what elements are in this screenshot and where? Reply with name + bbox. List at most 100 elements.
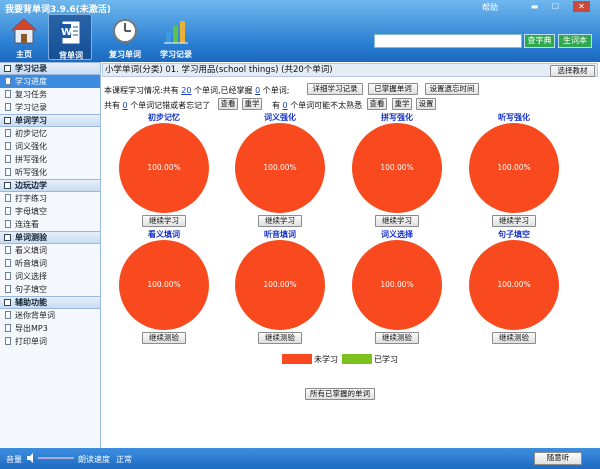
- collapse-icon[interactable]: [4, 234, 11, 241]
- title-bar: 我要背单词3.9.6(未激活) 帮助 ▬ ☐ ✕ 主页 W 背单词 复习单词 学…: [0, 0, 600, 62]
- choose-textbook-button[interactable]: 选择教材: [550, 65, 595, 77]
- pie-title: 词义选择: [381, 230, 413, 239]
- close-button[interactable]: ✕: [573, 1, 590, 12]
- sidebar-section-title: 单词学习: [15, 116, 47, 125]
- nav-review-label: 复习单词: [109, 50, 141, 59]
- nav-memorize-label: 背单词: [59, 51, 83, 60]
- sidebar-item[interactable]: 打印单词: [0, 335, 100, 348]
- document-icon: [5, 168, 11, 176]
- sidebar-item-label: 词义选择: [15, 272, 47, 281]
- sidebar-item[interactable]: 导出MP3: [0, 322, 100, 335]
- search-input[interactable]: [374, 34, 522, 48]
- view-forgot-button[interactable]: 查看: [218, 98, 238, 110]
- sidebar-item-label: 词义强化: [15, 142, 47, 151]
- volume-label: 音量: [6, 455, 22, 464]
- progress-pie: 100.00%: [469, 240, 559, 330]
- sidebar-section-title: 辅助功能: [15, 298, 47, 307]
- sidebar-item[interactable]: 打字练习: [0, 192, 100, 205]
- nav-review[interactable]: 复习单词: [103, 14, 147, 60]
- sidebar-item[interactable]: 复习任务: [0, 88, 100, 101]
- legend-unlearned-swatch: [282, 354, 312, 364]
- mastered-count[interactable]: 0: [255, 86, 260, 95]
- view-unfamiliar-button[interactable]: 查看: [367, 98, 387, 110]
- summary-text: 个单词,已经掌握: [193, 86, 253, 95]
- total-count[interactable]: 20: [181, 86, 191, 95]
- sidebar-item-label: 打字练习: [15, 194, 47, 203]
- vocab-book-button[interactable]: 生词本: [558, 34, 592, 48]
- sidebar-section-title: 单词测验: [15, 233, 47, 242]
- set-forget-time-button[interactable]: 设置遗忘时间: [425, 83, 479, 95]
- summary-text: 有: [272, 101, 280, 110]
- dictionary-button[interactable]: 查字典: [524, 34, 555, 48]
- summary-line-2: 共有 0 个单词记错或者忘记了: [104, 100, 210, 111]
- sidebar-section-header[interactable]: 单词测验: [0, 231, 100, 244]
- continue-button[interactable]: 继续学习: [142, 215, 186, 227]
- sidebar-item[interactable]: 词义选择: [0, 270, 100, 283]
- pie-title: 句子填空: [498, 230, 530, 239]
- sidebar-item-label: 初步记忆: [15, 129, 47, 138]
- maximize-button[interactable]: ☐: [547, 1, 564, 12]
- sidebar-item[interactable]: 初步记忆: [0, 127, 100, 140]
- svg-text:W: W: [61, 27, 72, 38]
- summary-text: 共有: [104, 101, 120, 110]
- relearn-forgot-button[interactable]: 重学: [242, 98, 262, 110]
- sidebar-item[interactable]: 学习进度: [0, 75, 100, 88]
- volume-slider[interactable]: [38, 457, 74, 459]
- minimize-button[interactable]: ▬: [526, 1, 543, 12]
- sidebar-section-header[interactable]: 学习记录: [0, 62, 100, 75]
- document-icon: [5, 90, 11, 98]
- sidebar-section-header[interactable]: 辅助功能: [0, 296, 100, 309]
- sidebar-section-header[interactable]: 边玩边学: [0, 179, 100, 192]
- sidebar-item[interactable]: 句子填空: [0, 283, 100, 296]
- sidebar-item[interactable]: 迷你背单词: [0, 309, 100, 322]
- sidebar-item-label: 学习记录: [15, 103, 47, 112]
- document-icon: [5, 207, 11, 215]
- collapse-icon[interactable]: [4, 299, 11, 306]
- nav-memorize[interactable]: W 背单词: [48, 14, 92, 60]
- sidebar-item[interactable]: 字母填空: [0, 205, 100, 218]
- document-icon: [5, 311, 11, 319]
- speaker-icon[interactable]: [26, 453, 36, 463]
- course-header: 小学单词(分类) 01. 学习用品(school things) (共20个单词…: [102, 63, 598, 77]
- sidebar-item[interactable]: 拼写强化: [0, 153, 100, 166]
- relearn-unfamiliar-button[interactable]: 重学: [392, 98, 412, 110]
- collapse-icon[interactable]: [4, 65, 11, 72]
- continue-button[interactable]: 继续测验: [375, 332, 419, 344]
- unfamiliar-count[interactable]: 0: [283, 101, 288, 110]
- status-bar: 音量 朗读速度 正常 随意听: [0, 448, 600, 469]
- sidebar-item[interactable]: 看义填词: [0, 244, 100, 257]
- collapse-icon[interactable]: [4, 117, 11, 124]
- summary-line-1: 本课程学习情况:共有 20 个单词,已经掌握 0 个单词;: [104, 85, 289, 96]
- continue-button[interactable]: 继续测验: [492, 332, 536, 344]
- document-icon: [5, 103, 11, 111]
- legend-unlearned-label: 未学习: [314, 355, 338, 364]
- forgot-count[interactable]: 0: [123, 101, 128, 110]
- help-link[interactable]: 帮助: [482, 2, 498, 13]
- document-icon: [5, 259, 11, 267]
- sidebar-item-label: 听音填词: [15, 259, 47, 268]
- continue-button[interactable]: 继续学习: [492, 215, 536, 227]
- document-icon: [5, 285, 11, 293]
- all-mastered-words-button[interactable]: 所有已掌握的单词: [305, 388, 375, 400]
- sidebar-item-label: 导出MP3: [15, 324, 48, 333]
- speed-value[interactable]: 正常: [116, 454, 132, 465]
- random-listen-button[interactable]: 随意听: [534, 452, 582, 465]
- continue-button[interactable]: 继续学习: [375, 215, 419, 227]
- settings-button[interactable]: 设置: [416, 98, 436, 110]
- sidebar-item[interactable]: 学习记录: [0, 101, 100, 114]
- sidebar-item[interactable]: 连连看: [0, 218, 100, 231]
- sidebar-item[interactable]: 词义强化: [0, 140, 100, 153]
- document-icon: [5, 155, 11, 163]
- mastered-words-button[interactable]: 已掌握单词: [368, 83, 418, 95]
- continue-button[interactable]: 继续测验: [142, 332, 186, 344]
- sidebar-item[interactable]: 听音填词: [0, 257, 100, 270]
- collapse-icon[interactable]: [4, 182, 11, 189]
- detailed-record-button[interactable]: 详细学习记录: [307, 83, 363, 95]
- sidebar-section-header[interactable]: 单词学习: [0, 114, 100, 127]
- nav-home[interactable]: 主页: [2, 14, 46, 60]
- nav-records[interactable]: 学习记录: [154, 14, 198, 60]
- continue-button[interactable]: 继续测验: [258, 332, 302, 344]
- sidebar-item[interactable]: 听写强化: [0, 166, 100, 179]
- summary-text: 个单词;: [262, 86, 290, 95]
- continue-button[interactable]: 继续学习: [258, 215, 302, 227]
